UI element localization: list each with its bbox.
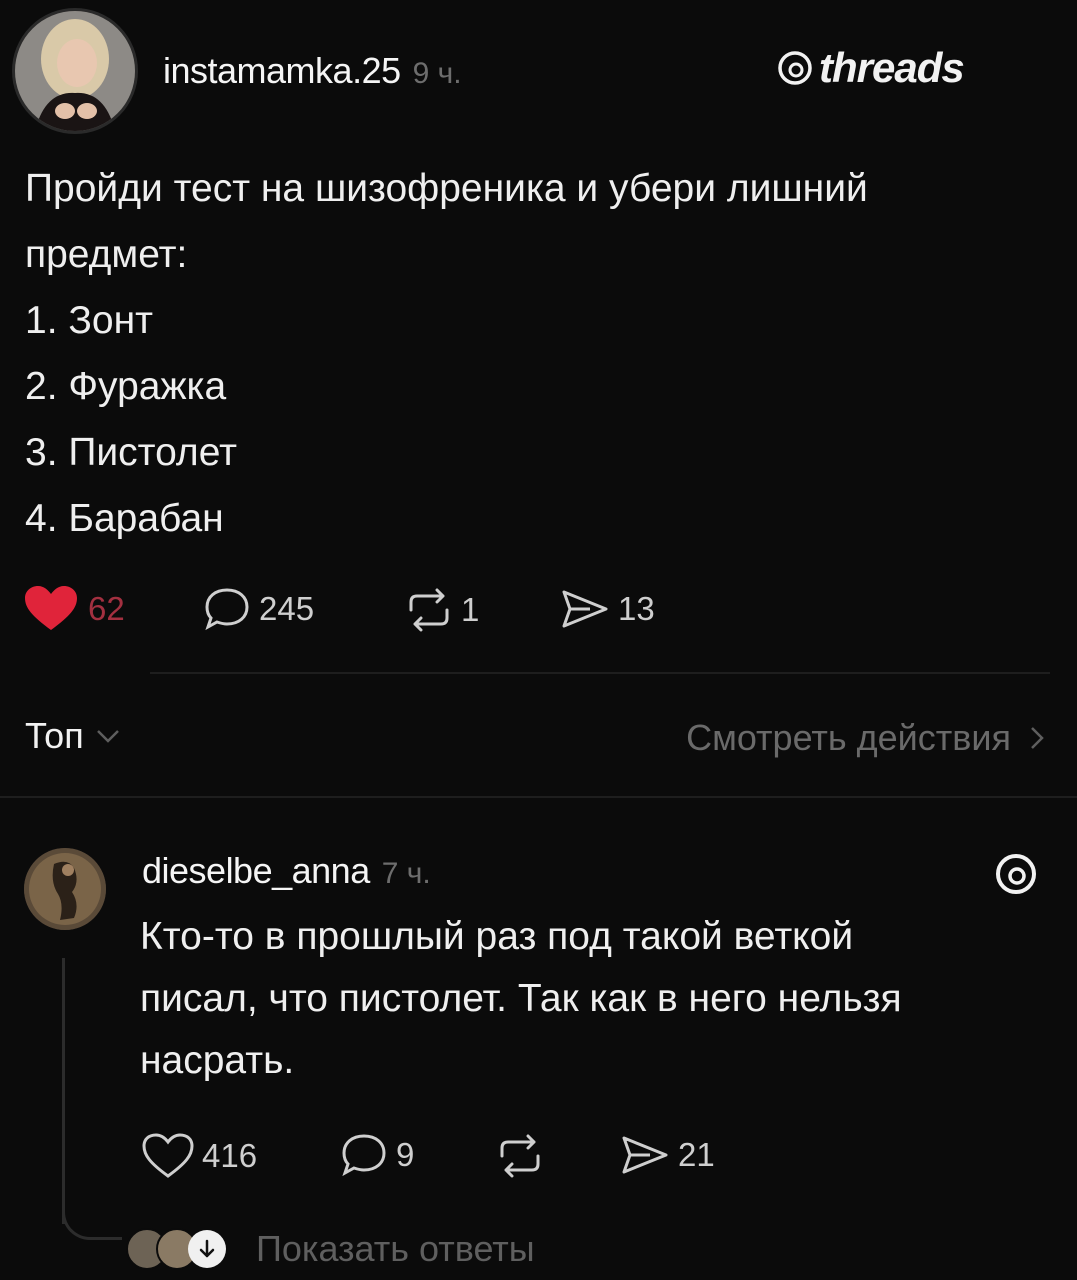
like-count: 62	[88, 590, 125, 627]
sort-label: Топ	[25, 715, 84, 756]
repost-count: 1	[461, 591, 480, 628]
view-activity-label: Смотреть действия	[686, 717, 1011, 758]
share-button[interactable]: 13	[560, 588, 655, 630]
divider	[150, 672, 1050, 674]
comment-button[interactable]: 245	[203, 586, 314, 632]
reply-line: Кто-то в прошлый раз под такой веткой	[140, 915, 854, 958]
repost-icon	[500, 1134, 540, 1178]
chevron-right-icon	[1031, 727, 1044, 749]
author-username[interactable]: instamamka.25	[163, 50, 401, 92]
view-activity-link[interactable]: Смотреть действия	[686, 717, 1049, 759]
threads-logo-icon	[778, 51, 812, 85]
comment-count: 245	[259, 590, 315, 627]
send-icon	[622, 1136, 668, 1174]
heart-icon	[142, 1133, 194, 1178]
author-avatar[interactable]	[12, 8, 138, 134]
post-line: Пройди тест на шизофреника и убери лишни…	[25, 167, 868, 210]
reply-avatar[interactable]	[24, 848, 106, 930]
reply-repost-button[interactable]	[496, 1134, 544, 1178]
heart-filled-icon	[25, 586, 77, 630]
reply-share-button[interactable]: 21	[620, 1134, 715, 1176]
reply-line: писал, что пистолет. Так как в него нель…	[140, 977, 902, 1020]
avatar-image	[15, 11, 135, 131]
thread-line-curve	[62, 1200, 122, 1240]
arrow-down-icon	[199, 1239, 215, 1258]
like-button[interactable]: 62	[22, 584, 125, 634]
comment-icon	[342, 1134, 386, 1177]
avatar-image	[24, 848, 106, 930]
reply-body: Кто-то в прошлый раз под такой веткой пи…	[140, 906, 902, 1092]
expand-replies-icon	[188, 1230, 226, 1268]
post-line: 4. Барабан	[25, 497, 224, 540]
reply-share-count: 21	[678, 1136, 715, 1173]
reply-like-count: 416	[202, 1137, 258, 1174]
thread-line	[62, 958, 65, 1224]
reply-like-button[interactable]: 416	[140, 1132, 257, 1180]
reply-username[interactable]: dieselbe_anna	[142, 850, 370, 892]
share-count: 13	[618, 590, 655, 627]
reply-comment-button[interactable]: 9	[340, 1132, 414, 1178]
repost-icon	[409, 588, 449, 632]
show-replies-label: Показать ответы	[256, 1228, 535, 1269]
post-line: 2. Фуражка	[25, 365, 227, 408]
post-time: 9 ч.	[412, 57, 462, 90]
sort-dropdown[interactable]: Топ	[25, 715, 122, 757]
reply-line: насрать.	[140, 1039, 295, 1082]
chevron-down-icon	[96, 730, 119, 743]
divider	[0, 796, 1077, 798]
repost-button[interactable]: 1	[405, 588, 479, 632]
post-line: 1. Зонт	[25, 299, 154, 342]
comment-icon	[205, 588, 249, 631]
reply-comment-count: 9	[396, 1136, 415, 1173]
reply-time: 7 ч.	[381, 857, 431, 890]
threads-brand: threads	[775, 44, 965, 92]
post-line: 3. Пистолет	[25, 431, 237, 474]
show-replies-button[interactable]: Показать ответы	[126, 1228, 535, 1270]
threads-logo-icon[interactable]	[992, 850, 1040, 898]
threads-brand-text: threads	[819, 44, 965, 91]
send-icon	[562, 590, 608, 628]
post-line: предмет:	[25, 233, 188, 276]
post-body: Пройди тест на шизофреника и убери лишни…	[25, 156, 868, 552]
